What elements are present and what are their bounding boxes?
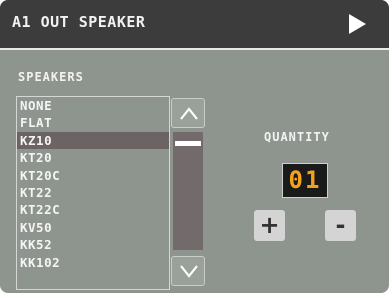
list-item[interactable]: KV50	[17, 219, 169, 236]
scroll-track[interactable]	[173, 132, 203, 250]
page-title: A1 OUT SPEAKER	[12, 13, 146, 31]
list-item[interactable]: KT20	[17, 149, 169, 166]
speaker-panel: A1 OUT SPEAKER SPEAKERS NONE FLAT KZ10 K…	[0, 0, 389, 293]
chevron-down-icon	[180, 265, 198, 278]
list-scrollbar[interactable]	[171, 96, 205, 288]
list-item-selected[interactable]: KZ10	[17, 131, 169, 150]
scroll-up-button[interactable]	[171, 98, 205, 128]
list-item[interactable]: KT22C	[17, 201, 169, 218]
quantity-display: 01	[282, 163, 328, 198]
scroll-thumb[interactable]	[175, 141, 201, 146]
quantity-minus-button[interactable]: -	[325, 210, 356, 241]
play-triangle-icon[interactable]	[347, 13, 367, 35]
speaker-list[interactable]: NONE FLAT KZ10 KT20 KT20C KT22 KT22C KV5…	[16, 96, 170, 290]
scroll-down-button[interactable]	[171, 256, 205, 286]
header-bar: A1 OUT SPEAKER	[0, 0, 389, 50]
quantity-plus-button[interactable]: +	[254, 210, 285, 241]
list-item[interactable]: NONE	[17, 97, 169, 114]
quantity-label: QUANTITY	[264, 130, 330, 144]
list-item[interactable]: FLAT	[17, 114, 169, 131]
list-item[interactable]: KT20C	[17, 167, 169, 184]
list-item[interactable]: KK52	[17, 236, 169, 253]
list-item[interactable]: KK102	[17, 254, 169, 271]
speakers-label: SPEAKERS	[18, 70, 84, 84]
chevron-up-icon	[180, 107, 198, 120]
list-item[interactable]: KT22	[17, 184, 169, 201]
